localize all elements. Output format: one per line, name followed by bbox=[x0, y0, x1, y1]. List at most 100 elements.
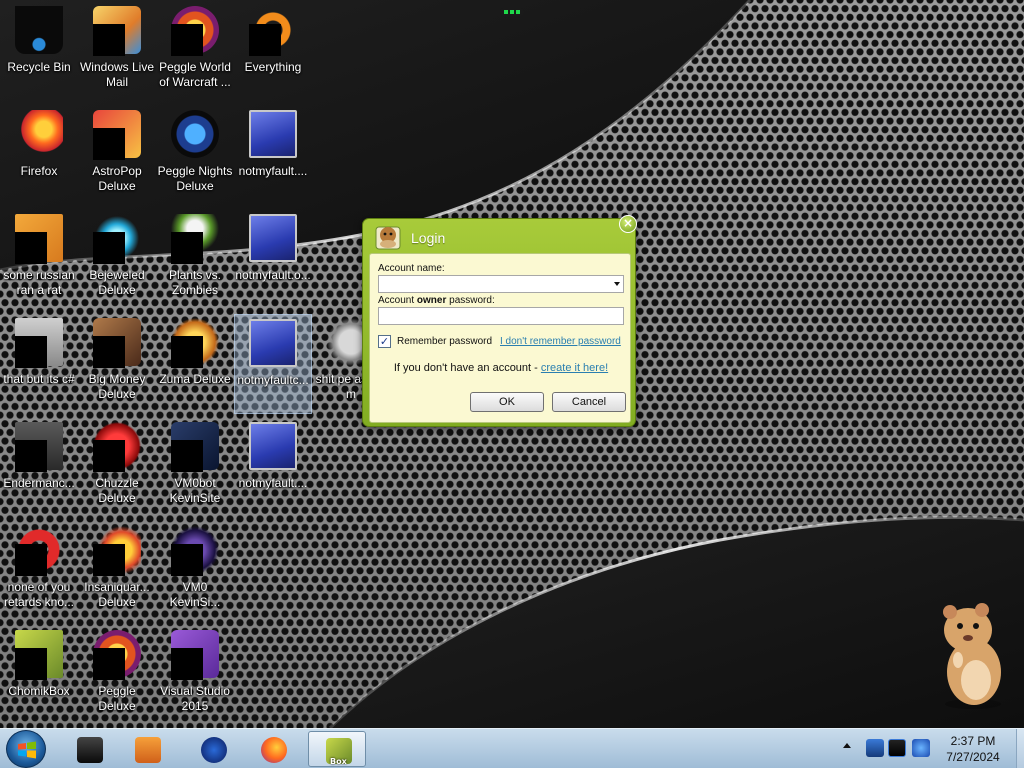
start-button[interactable] bbox=[6, 730, 46, 768]
desktop-icon[interactable]: notmyfaultc... bbox=[234, 314, 312, 414]
firefox-icon bbox=[15, 110, 63, 158]
browser-icon bbox=[15, 526, 63, 576]
desktop-icon[interactable]: AstroPop Deluxe bbox=[78, 106, 156, 206]
no-account-text: If you don't have an account - create it… bbox=[393, 362, 609, 374]
redaction-box bbox=[93, 232, 125, 264]
desktop-icon[interactable]: Bejeweled Deluxe bbox=[78, 210, 156, 310]
redaction-box bbox=[93, 544, 125, 576]
redaction-box bbox=[15, 648, 47, 680]
visual-studio-icon bbox=[171, 630, 219, 680]
show-desktop-button[interactable] bbox=[1016, 729, 1024, 768]
desktop-icon[interactable]: Firefox bbox=[0, 106, 78, 206]
desktop-icon-label: Zuma Deluxe bbox=[159, 372, 231, 386]
game-icon bbox=[93, 318, 141, 368]
redaction-box bbox=[171, 544, 203, 576]
redaction-box bbox=[15, 336, 47, 368]
desktop-icon[interactable]: Windows Live Mail bbox=[78, 2, 156, 102]
remember-password-checkbox[interactable]: ✓ bbox=[378, 335, 391, 348]
mail-icon bbox=[93, 6, 141, 56]
desktop-icon-label: Bejeweled Deluxe bbox=[89, 268, 145, 297]
desktop-icon-label: Chuzzle Deluxe bbox=[95, 476, 139, 505]
wallpaper-led-ornament bbox=[500, 8, 524, 16]
media-player-icon bbox=[135, 737, 161, 763]
desktop-icon-label: Recycle Bin bbox=[7, 60, 71, 74]
desktop-icon[interactable]: Peggle World of Warcraft ... bbox=[156, 2, 234, 102]
desktop-icon[interactable]: that but its c# bbox=[0, 314, 78, 414]
redaction-box bbox=[15, 232, 47, 264]
taskbar-app-dark[interactable] bbox=[60, 731, 118, 767]
taskbar-app-chomikbox[interactable]: Box bbox=[308, 731, 366, 767]
checkmark-icon: ✓ bbox=[379, 335, 390, 348]
desktop-icon-label: notmyfaultc... bbox=[237, 373, 309, 387]
hamster-icon bbox=[15, 630, 63, 680]
vm-icon bbox=[171, 526, 219, 576]
desktop-icon[interactable]: notmyfault.... bbox=[234, 106, 312, 206]
monitor-icon bbox=[77, 737, 103, 763]
dialog-close-button[interactable]: × bbox=[619, 215, 637, 233]
shortcut-icon bbox=[249, 319, 297, 367]
desktop-icon[interactable]: VM0 KevinSi... bbox=[156, 522, 234, 622]
redaction-box bbox=[93, 648, 125, 680]
forgot-password-link[interactable]: I don't remember password bbox=[500, 336, 621, 347]
hamster-icon: Box bbox=[326, 738, 352, 766]
desktop-icon-label: Firefox bbox=[20, 164, 58, 178]
taskbar-app-globe[interactable] bbox=[184, 731, 242, 767]
desktop-icon[interactable]: none of you retards kno... bbox=[0, 522, 78, 622]
redaction-box bbox=[15, 544, 47, 576]
desktop-icon-label: ChomikBox bbox=[8, 684, 70, 698]
desktop-icon[interactable]: ChomikBox bbox=[0, 626, 78, 726]
password-field[interactable] bbox=[378, 307, 624, 325]
chevron-down-icon[interactable] bbox=[614, 282, 620, 286]
desktop-icon-label: notmyfault.... bbox=[238, 164, 308, 178]
folder-icon bbox=[15, 422, 63, 472]
system-clock[interactable]: 2:37 PM 7/27/2024 bbox=[930, 733, 1016, 765]
create-account-link[interactable]: create it here! bbox=[541, 362, 608, 374]
network-icon[interactable] bbox=[866, 739, 884, 757]
redaction-box bbox=[15, 440, 47, 472]
desktop-icon[interactable]: Plants vs. Zombies bbox=[156, 210, 234, 310]
desktop-icon[interactable]: Endermanc... bbox=[0, 418, 78, 518]
redaction-box bbox=[171, 24, 203, 56]
desktop-icon[interactable]: Insaniquar... Deluxe bbox=[78, 522, 156, 622]
show-hidden-icons-arrow[interactable] bbox=[843, 743, 851, 748]
dialog-title: Login bbox=[411, 230, 446, 246]
redaction-box bbox=[93, 24, 125, 56]
vm-icon bbox=[171, 422, 219, 472]
desktop-icon[interactable]: Chuzzle Deluxe bbox=[78, 418, 156, 518]
desktop-icon[interactable]: Recycle Bin bbox=[0, 2, 78, 102]
desktop-icon[interactable]: Visual Studio 2015 bbox=[156, 626, 234, 726]
account-name-label: Account name: bbox=[378, 263, 445, 274]
zuma-icon bbox=[171, 318, 219, 368]
windows-logo-icon bbox=[18, 741, 36, 759]
sync-icon[interactable] bbox=[912, 739, 930, 757]
desktop-icon-label: Windows Live Mail bbox=[79, 60, 155, 89]
account-name-dropdown[interactable] bbox=[378, 275, 624, 293]
cancel-button[interactable]: Cancel bbox=[552, 392, 626, 412]
desktop-icon[interactable]: VM0bot KevinSite bbox=[156, 418, 234, 518]
desktop-icon-label: Peggle World of Warcraft ... bbox=[159, 60, 231, 89]
desktop-icon[interactable]: some russian ran a rat bbox=[0, 210, 78, 310]
desktop[interactable]: Recycle Bin Windows Live Mail Peggle World… bbox=[0, 0, 1024, 728]
shortcut-icon bbox=[249, 422, 297, 470]
taskbar-app-firefox[interactable] bbox=[244, 731, 302, 767]
hamster-mascot bbox=[943, 603, 1001, 709]
firefox-icon bbox=[261, 737, 287, 763]
shortcut-icon bbox=[249, 214, 297, 262]
clock-date: 7/27/2024 bbox=[946, 750, 1000, 764]
desktop-icon[interactable]: Everything bbox=[234, 2, 312, 102]
peggle-icon bbox=[171, 6, 219, 56]
redaction-box bbox=[171, 440, 203, 472]
desktop-icon[interactable]: notmyfault.o... bbox=[234, 210, 312, 310]
desktop-icon[interactable]: Peggle Nights Deluxe bbox=[156, 106, 234, 206]
desktop-icon[interactable]: Big Money Deluxe bbox=[78, 314, 156, 414]
shortcut-icon bbox=[249, 110, 297, 158]
desktop-icon[interactable]: notmyfault.... bbox=[234, 418, 312, 518]
ok-button[interactable]: OK bbox=[470, 392, 544, 412]
redaction-box bbox=[171, 232, 203, 264]
game-icon bbox=[93, 110, 141, 160]
search-app-icon bbox=[249, 6, 297, 56]
monitor-icon[interactable] bbox=[888, 739, 906, 757]
desktop-icon[interactable]: Zuma Deluxe bbox=[156, 314, 234, 414]
taskbar-app-media[interactable] bbox=[118, 731, 176, 767]
desktop-icon[interactable]: Peggle Deluxe bbox=[78, 626, 156, 726]
